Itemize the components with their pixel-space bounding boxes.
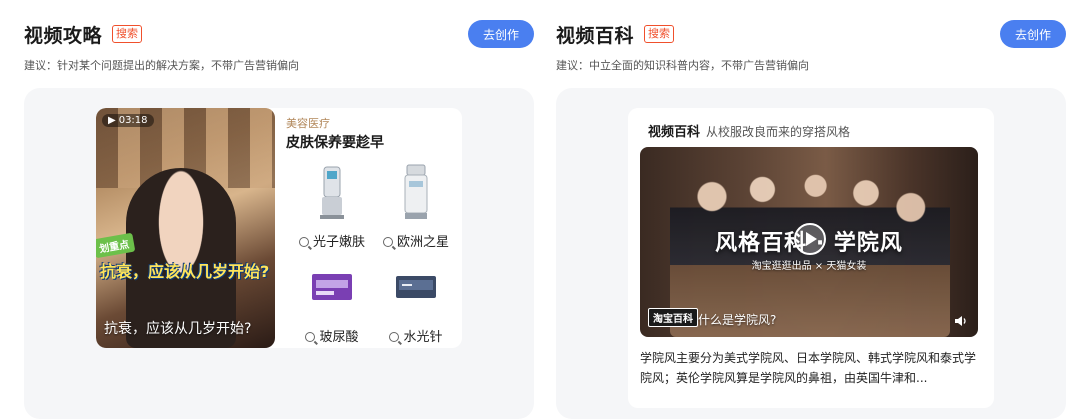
create-button[interactable]: 去创作	[468, 20, 534, 48]
duration-badge: ▶ 03:18	[102, 114, 154, 127]
product-item[interactable]: 欧洲之星	[376, 163, 456, 253]
guide-preview[interactable]: ▶ 03:18 划重点 抗衰，应该从几岁开始? 抗衰，应该从几岁开始? 美容医疗…	[96, 108, 462, 348]
injection-box-icon	[396, 276, 436, 298]
video-caption: 什么是学院风?	[698, 313, 777, 327]
wiki-topic: 从校服改良而来的穿搭风格	[706, 125, 851, 139]
search-icon	[382, 237, 393, 247]
search-tag: 搜索	[644, 25, 675, 43]
search-icon	[389, 332, 400, 342]
duration-text: 03:18	[118, 115, 148, 126]
video-thumbnail[interactable]: ▶ 03:18 划重点 抗衰，应该从几岁开始? 抗衰，应该从几岁开始?	[96, 108, 275, 348]
product-item[interactable]: 光子嫩肤	[292, 163, 372, 253]
product-item[interactable]: 水光针	[376, 258, 456, 348]
section-suggestion: 建议：针对某个问题提出的解决方案，不带广告营销偏向	[24, 59, 299, 72]
preview-card[interactable]: 视频百科 从校服改良而来的穿搭风格 风格百科 · 学院风 淘宝逛逛出品 × 天猫…	[556, 88, 1066, 419]
search-icon	[305, 332, 316, 342]
video-caption: 抗衰，应该从几岁开始?	[104, 321, 252, 337]
wiki-description: 学院风主要分为美式学院风、日本学院风、韩式学院风和泰式学院风；英伦学院风算是学院…	[640, 351, 977, 385]
play-icon	[806, 232, 817, 246]
section-suggestion: 建议：中立全面的知识科普内容，不带广告营销偏向	[556, 59, 809, 72]
guide-headline: 皮肤保养要趁早	[286, 135, 384, 151]
product-label: 光子嫩肤	[312, 235, 365, 250]
product-item[interactable]: 玻尿酸	[292, 258, 372, 348]
section-title: 视频百科	[556, 24, 635, 47]
wiki-brand: 视频百科	[648, 125, 701, 140]
thumbnail-overlay-text: 抗衰，应该从几岁开始?	[100, 262, 270, 281]
wiki-video[interactable]: 风格百科 · 学院风 淘宝逛逛出品 × 天猫女装 淘宝百科 什么是学院风?	[640, 147, 978, 337]
section-header: 视频攻略 搜索	[24, 20, 143, 48]
preview-card[interactable]: ▶ 03:18 划重点 抗衰，应该从几岁开始? 抗衰，应该从几岁开始? 美容医疗…	[24, 88, 534, 419]
product-label: 欧洲之星	[396, 235, 449, 250]
search-tag: 搜索	[112, 25, 143, 43]
section-title: 视频攻略	[24, 24, 103, 47]
beauty-device-icon	[404, 164, 428, 219]
category-label: 美容医疗	[286, 117, 330, 130]
product-label: 水光针	[403, 330, 443, 345]
hyaluronic-box-icon	[312, 274, 352, 300]
wiki-header: 视频百科 从校服改良而来的穿搭风格	[648, 121, 850, 140]
play-icon: ▶	[108, 115, 116, 126]
video-banner-subtitle: 淘宝逛逛出品 × 天猫女装	[751, 261, 867, 272]
create-button[interactable]: 去创作	[1000, 20, 1066, 48]
section-header: 视频百科 搜索	[556, 20, 675, 48]
video-wiki-section: 视频百科 搜索 去创作 建议：中立全面的知识科普内容，不带广告营销偏向 视频百科…	[556, 0, 1066, 419]
guide-info: 美容医疗 皮肤保养要趁早 光子嫩肤 欧洲之星 玻尿酸 水光针	[286, 108, 462, 348]
wiki-preview[interactable]: 视频百科 从校服改良而来的穿搭风格 风格百科 · 学院风 淘宝逛逛出品 × 天猫…	[628, 108, 994, 408]
speaker-icon[interactable]	[954, 315, 968, 327]
taobao-wiki-badge: 淘宝百科	[648, 308, 698, 327]
video-guide-section: 视频攻略 搜索 去创作 建议：针对某个问题提出的解决方案，不带广告营销偏向 ▶ …	[24, 0, 534, 419]
product-label: 玻尿酸	[319, 330, 359, 345]
play-button[interactable]	[794, 223, 826, 255]
search-icon	[298, 237, 309, 247]
laser-machine-icon	[320, 166, 344, 219]
